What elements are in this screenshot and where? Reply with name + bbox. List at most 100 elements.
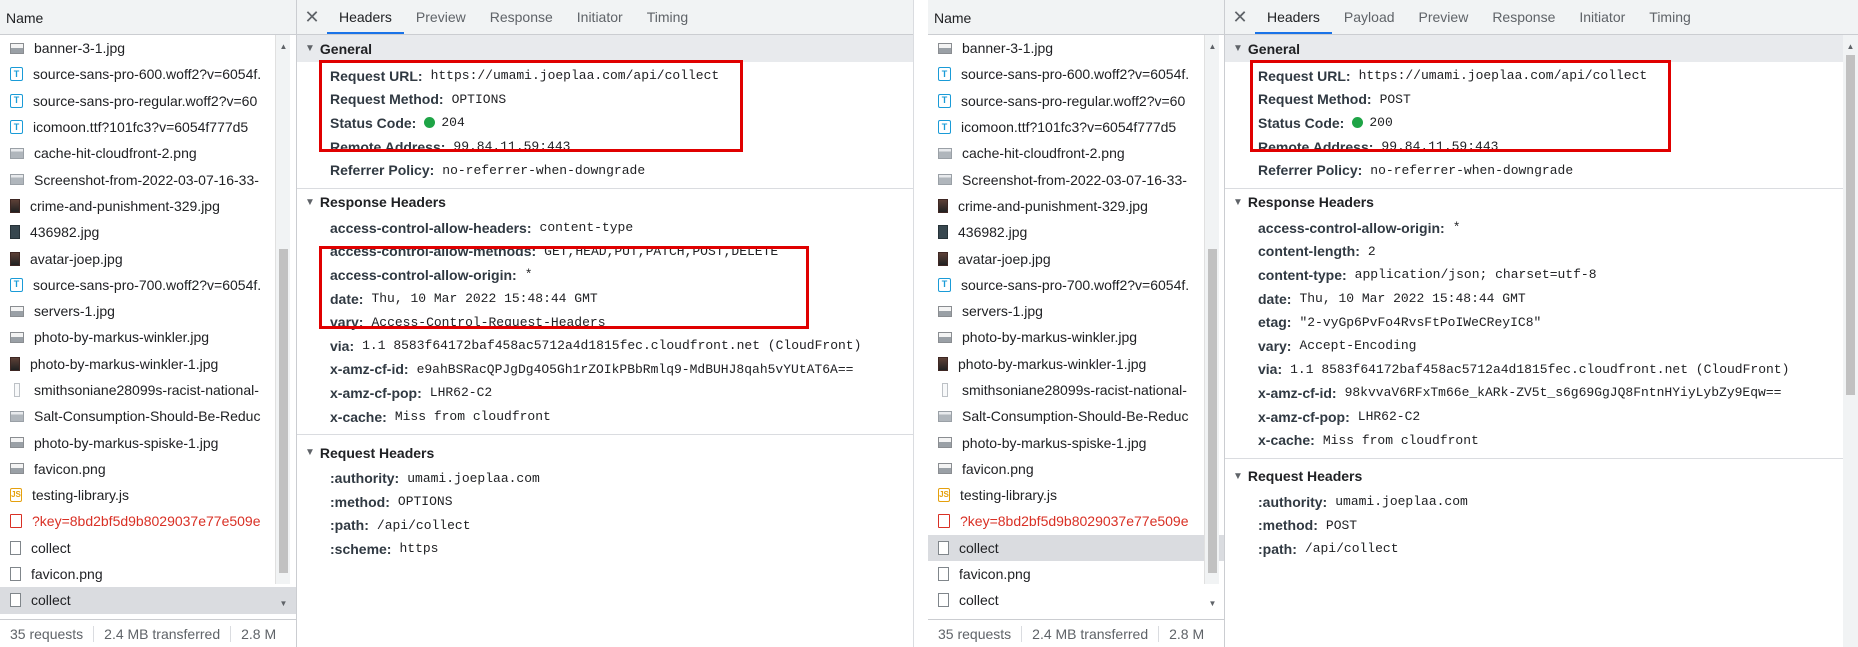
close-icon[interactable]: ✕ xyxy=(297,0,327,34)
header-name: access-control-allow-methods: xyxy=(330,243,537,260)
image-file-icon xyxy=(942,383,948,397)
list-item[interactable]: ?key=8bd2bf5d9b8029037e77e509e xyxy=(928,508,1224,534)
tab-timing[interactable]: Timing xyxy=(1637,0,1703,34)
list-item[interactable]: 436982.jpg xyxy=(928,219,1224,245)
list-item[interactable]: photo-by-markus-winkler-1.jpg xyxy=(0,351,296,377)
list-item[interactable]: photo-by-markus-spiske-1.jpg xyxy=(0,429,296,455)
header-row: Request Method: POST xyxy=(1225,88,1858,112)
tab-headers[interactable]: Headers xyxy=(1255,0,1332,34)
name-column-header[interactable]: Name xyxy=(928,0,1224,35)
request-headers-toggle[interactable]: ▼ Request Headers xyxy=(1225,463,1858,490)
list-item[interactable]: cache-hit-cloudfront-2.png xyxy=(0,140,296,166)
list-item[interactable]: avatar-joep.jpg xyxy=(0,245,296,271)
list-item[interactable]: Salt-Consumption-Should-Be-Reduc xyxy=(0,403,296,429)
list-item[interactable]: photo-by-markus-spiske-1.jpg xyxy=(928,429,1224,455)
list-item[interactable]: photo-by-markus-winkler.jpg xyxy=(928,324,1224,350)
header-name: via: xyxy=(330,337,355,354)
header-row: :scheme: https xyxy=(297,537,913,561)
tab-payload[interactable]: Payload xyxy=(1332,0,1407,34)
tab-preview[interactable]: Preview xyxy=(1407,0,1481,34)
list-item[interactable]: photo-by-markus-winkler-1.jpg xyxy=(928,351,1224,377)
tab-response[interactable]: Response xyxy=(1480,0,1567,34)
list-item[interactable]: smithsoniane28099s-racist-national- xyxy=(928,377,1224,403)
list-item[interactable]: cache-hit-cloudfront-2.png xyxy=(928,140,1224,166)
list-item[interactable]: favicon.png xyxy=(928,456,1224,482)
list-item[interactable]: collect xyxy=(928,534,1224,561)
tab-initiator[interactable]: Initiator xyxy=(565,0,635,34)
response-headers-toggle[interactable]: ▼ Response Headers xyxy=(1225,189,1858,216)
header-row: :authority: umami.joeplaa.com xyxy=(297,466,913,490)
header-row: via: 1.1 8583f64172baf458ac5712a4d1815fec… xyxy=(297,334,913,358)
font-file-icon: T xyxy=(938,67,951,82)
general-section-toggle[interactable]: ▼ General xyxy=(1225,35,1858,62)
list-item[interactable]: Tsource-sans-pro-regular.woff2?v=60 xyxy=(0,88,296,114)
transferred-size: 2.4 MB transferred xyxy=(1022,625,1160,642)
header-value: "2-vyGp6PvFo4RvsFtPoIWeCReyIC8" xyxy=(1299,314,1542,330)
scroll-down-arrow-icon[interactable]: ▼ xyxy=(276,598,291,610)
caret-down-icon: ▼ xyxy=(1233,196,1243,208)
list-item[interactable]: Tsource-sans-pro-regular.woff2?v=60 xyxy=(928,88,1224,114)
scroll-up-arrow-icon[interactable]: ▲ xyxy=(276,41,291,53)
header-name: content-length: xyxy=(1258,243,1360,260)
tab-preview[interactable]: Preview xyxy=(404,0,478,34)
close-icon[interactable]: ✕ xyxy=(1225,0,1255,34)
tab-headers[interactable]: Headers xyxy=(327,0,404,34)
list-item[interactable]: ?key=8bd2bf5d9b8029037e77e509e xyxy=(0,508,296,534)
tab-response[interactable]: Response xyxy=(478,0,565,34)
header-value: umami.joeplaa.com xyxy=(1335,494,1468,510)
file-name: ?key=8bd2bf5d9b8029037e77e509e xyxy=(32,513,261,530)
list-item[interactable]: Ticomoon.ttf?101fc3?v=6054f777d5 xyxy=(928,114,1224,140)
scrollbar-thumb[interactable] xyxy=(279,249,288,573)
list-item[interactable]: collect xyxy=(0,587,296,614)
list-item[interactable]: favicon.png xyxy=(0,456,296,482)
header-value: POST xyxy=(1325,517,1358,533)
list-item[interactable]: banner-3-1.jpg xyxy=(928,35,1224,61)
scroll-up-arrow-icon[interactable]: ▲ xyxy=(1843,41,1858,53)
list-item[interactable]: Ticomoon.ttf?101fc3?v=6054f777d5 xyxy=(0,114,296,140)
header-row: Status Code: 200 xyxy=(1225,111,1858,135)
list-item[interactable]: JS testing-library.js xyxy=(928,482,1224,508)
list-item[interactable]: Tsource-sans-pro-600.woff2?v=6054f. xyxy=(0,61,296,87)
list-item[interactable]: smithsoniane28099s-racist-national- xyxy=(0,377,296,403)
list-item[interactable]: banner-3-1.jpg xyxy=(0,35,296,61)
list-item[interactable]: Tsource-sans-pro-700.woff2?v=6054f. xyxy=(928,272,1224,298)
list-item[interactable]: collect xyxy=(0,535,296,561)
list-item[interactable]: photo-by-markus-winkler.jpg xyxy=(0,324,296,350)
list-item[interactable]: favicon.png xyxy=(0,561,296,587)
list-item[interactable]: servers-1.jpg xyxy=(928,298,1224,324)
header-value: 98kvvaV6RFxTm66e_kARk-ZV5t_s6g69GgJQ8Fnt… xyxy=(1344,385,1782,401)
detail-scrollbar[interactable]: ▲ xyxy=(1843,35,1858,647)
scroll-down-arrow-icon[interactable]: ▼ xyxy=(1205,598,1220,610)
general-section-toggle[interactable]: ▼ General xyxy=(297,35,913,62)
list-item[interactable]: crime-and-punishment-329.jpg xyxy=(928,193,1224,219)
tab-initiator[interactable]: Initiator xyxy=(1567,0,1637,34)
request-headers-toggle[interactable]: ▼ Request Headers xyxy=(297,439,913,466)
list-item[interactable]: collect xyxy=(928,587,1224,613)
scrollbar-thumb[interactable] xyxy=(1846,55,1855,395)
list-item[interactable]: Tsource-sans-pro-700.woff2?v=6054f. xyxy=(0,272,296,298)
header-value: 200 xyxy=(1369,115,1393,131)
header-row: Status Code: 204 xyxy=(297,111,913,135)
list-item[interactable]: Screenshot-from-2022-03-07-16-33- xyxy=(0,166,296,192)
status-ok-icon xyxy=(424,117,436,129)
list-item[interactable]: Tsource-sans-pro-600.woff2?v=6054f. xyxy=(928,61,1224,87)
file-name: Salt-Consumption-Should-Be-Reduc xyxy=(34,408,261,425)
scrollbar-thumb[interactable] xyxy=(1208,249,1217,573)
list-item[interactable]: Screenshot-from-2022-03-07-16-33- xyxy=(928,166,1224,192)
scroll-up-arrow-icon[interactable]: ▲ xyxy=(1205,41,1220,53)
tab-timing[interactable]: Timing xyxy=(635,0,701,34)
name-column-header[interactable]: Name xyxy=(0,0,296,35)
left-request-list: Name banner-3-1.jpg Tsource-sans-pro-600.… xyxy=(0,0,296,647)
list-item[interactable]: avatar-joep.jpg xyxy=(928,245,1224,271)
list-item[interactable]: favicon.png xyxy=(928,561,1224,587)
list-item[interactable]: JS testing-library.js xyxy=(0,482,296,508)
request-list-scrollbar[interactable]: ▲ ▼ xyxy=(275,35,291,608)
header-name: x-amz-cf-id: xyxy=(1258,384,1337,401)
list-item[interactable]: Salt-Consumption-Should-Be-Reduc xyxy=(928,403,1224,429)
request-list-scrollbar[interactable]: ▲ ▼ xyxy=(1204,35,1220,608)
response-headers-toggle[interactable]: ▼ Response Headers xyxy=(297,189,913,216)
request-headers-section: ▼ Request Headers :authority: umami.joepla… xyxy=(1225,463,1858,567)
list-item[interactable]: 436982.jpg xyxy=(0,219,296,245)
list-item[interactable]: crime-and-punishment-329.jpg xyxy=(0,193,296,219)
list-item[interactable]: servers-1.jpg xyxy=(0,298,296,324)
